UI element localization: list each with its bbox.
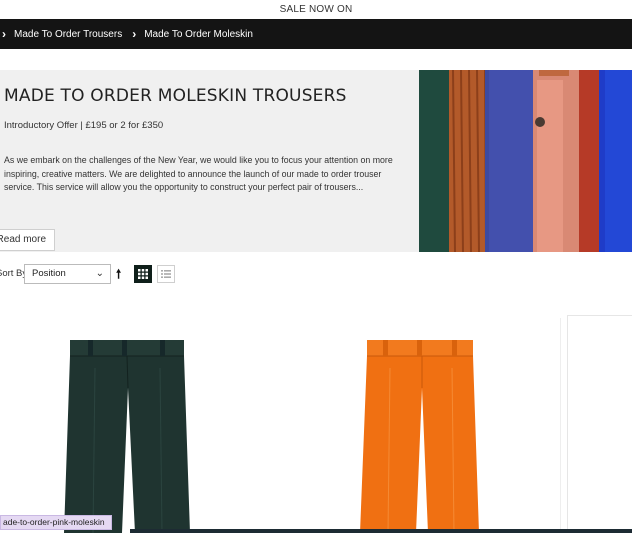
product-card-partial[interactable] [567,315,632,530]
chevron-right-icon: › [132,27,137,41]
fabric-swatches-image [419,70,632,252]
read-more-button[interactable]: Read more [0,229,55,251]
breadcrumb-item-made-to-order-trousers[interactable]: Made To Order Trousers [14,29,122,40]
promo-banner[interactable]: SALE NOW ON [0,0,632,19]
product-card[interactable] [280,318,560,533]
chevron-right-icon: › [2,27,6,41]
sort-select[interactable]: Position ⌄ [24,264,111,284]
offer-text: Introductory Offer | £195 or 2 for £350 [4,120,164,131]
grid-view-button[interactable] [134,265,152,283]
page-title: MADE TO ORDER MOLESKIN TROUSERS [4,86,347,106]
product-card[interactable] [0,318,280,533]
chevron-down-icon: ⌄ [95,268,104,279]
bottom-edge-bar [130,529,632,533]
sort-select-value: Position [32,268,66,279]
browser-status-url: ade-to-order-pink-moleskin [0,515,112,530]
list-view-button[interactable] [157,265,175,283]
breadcrumb: › Made To Order Trousers › Made To Order… [0,19,632,49]
dark-green-trousers-image [64,340,190,533]
category-description: As we embark on the challenges of the Ne… [4,155,393,193]
orange-trousers-image [360,340,479,533]
list-view-icon [161,270,171,278]
grid-view-icon [138,269,148,279]
arrow-up-icon[interactable]: 🠕 [116,265,121,286]
category-hero: MADE TO ORDER MOLESKIN TROUSERS Introduc… [0,70,419,252]
product-divider [560,318,561,533]
fabric-swatches-illustration [419,70,632,252]
breadcrumb-item-current: Made To Order Moleskin [144,28,253,40]
promo-text: SALE NOW ON [279,4,353,15]
sort-toolbar: Sort By Position ⌄ 🠕 [0,262,632,286]
